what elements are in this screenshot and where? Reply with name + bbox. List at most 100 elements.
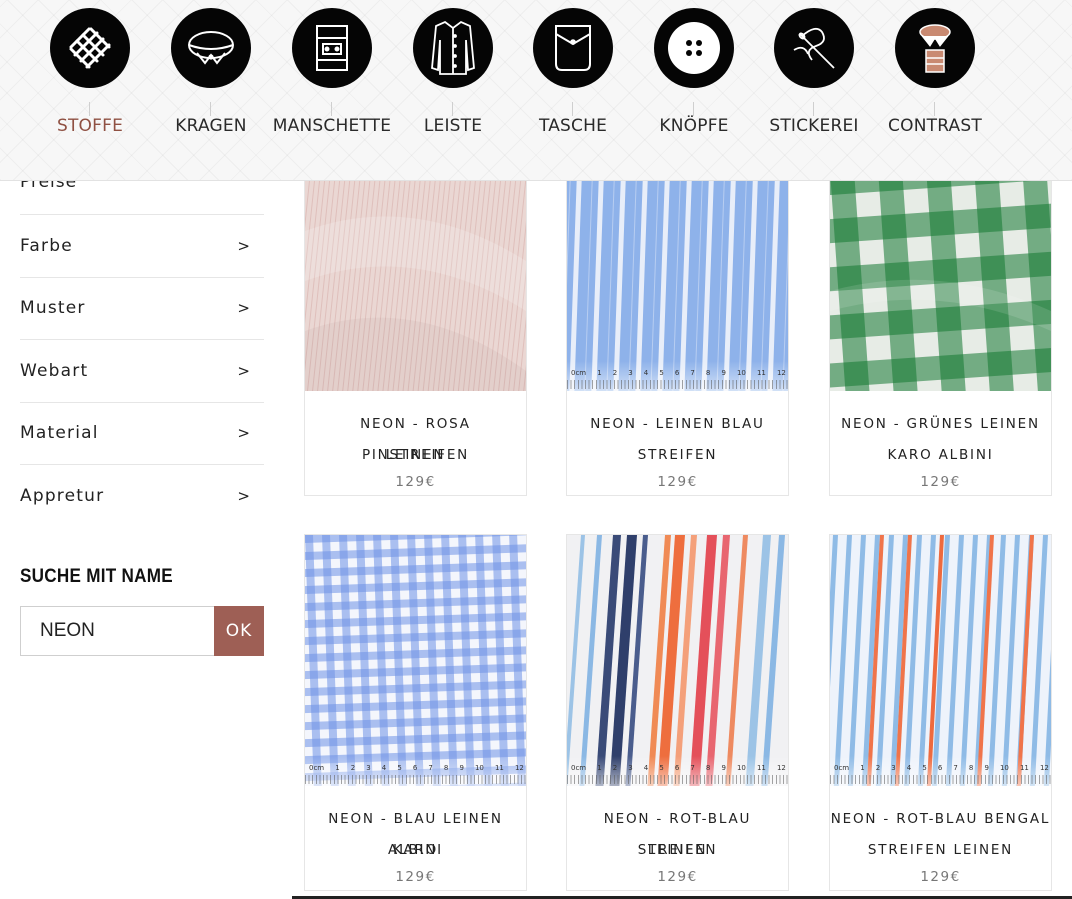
ruler-num: 6 <box>937 764 943 772</box>
filter-label: Farbe <box>20 235 73 256</box>
filter-label: Muster <box>20 298 86 319</box>
fabric-swatch-image: 0cm 1 2 3 4 5 6 7 8 9 10 11 12 <box>567 535 788 786</box>
ruler-num: 10 <box>736 369 746 377</box>
ruler-num: 8 <box>968 764 974 772</box>
ruler-num: 3 <box>628 764 633 772</box>
nav-divider <box>210 102 211 116</box>
ruler-num: 3 <box>891 764 896 772</box>
nav-item-contrast[interactable]: CONTRAST <box>870 0 1000 181</box>
product-card[interactable]: 0cm 1 2 3 4 5 6 7 8 9 10 11 12 NEON - BL… <box>304 534 527 891</box>
ruler-num: 6 <box>412 764 418 772</box>
ruler-num: 5 <box>922 764 927 772</box>
ruler-num: 2 <box>875 764 881 772</box>
product-card[interactable]: 0cm 1 2 3 4 5 6 7 8 9 10 11 12 NEON - LE… <box>566 170 789 496</box>
ruler-num: 2 <box>612 369 618 377</box>
nav-item-stickerei[interactable]: STICKEREI <box>749 0 879 181</box>
search-input[interactable] <box>20 606 214 656</box>
filter-label: Preise <box>20 181 78 192</box>
fabric-swatch-image: 0cm 1 2 3 4 5 6 7 8 9 10 11 12 <box>830 535 1051 786</box>
ruler-unit: 0cm <box>571 764 587 772</box>
chevron-right-icon: > <box>237 487 250 506</box>
product-price: 129€ <box>395 869 436 885</box>
nav-item-knoepfe[interactable]: KNÖPFE <box>629 0 759 181</box>
product-name: NEON - ROT-BLAU BENGAL <box>830 811 1051 827</box>
product-card[interactable]: NEON - GRÜNES LEINEN KARO ALBINI 129€ <box>829 170 1052 496</box>
chevron-right-icon: > <box>237 424 250 443</box>
nav-divider <box>89 102 90 116</box>
collar-icon <box>171 8 251 88</box>
ruler-num: 10 <box>999 764 1009 772</box>
ruler-num: 12 <box>776 369 786 377</box>
product-price: 129€ <box>657 474 698 490</box>
search-form: OK <box>20 606 264 656</box>
nav-divider <box>813 102 814 116</box>
filter-label: Appretur <box>20 486 105 507</box>
filter-preise[interactable]: Preise <box>20 181 264 215</box>
shirt-placket-icon <box>413 8 493 88</box>
product-card[interactable]: 0cm 1 2 3 4 5 6 7 8 9 10 11 12 NEON - RO… <box>829 534 1052 891</box>
nav-item-stoffe[interactable]: STOFFE <box>25 0 155 181</box>
product-name-line2: LEINEN <box>385 447 446 463</box>
ruler-num: 1 <box>860 764 865 772</box>
button-icon <box>654 8 734 88</box>
fabric-swatch-image <box>305 171 526 391</box>
fabric-swatch-image: 0cm 1 2 3 4 5 6 7 8 9 10 11 12 <box>567 171 788 391</box>
contrast-collar-icon <box>895 8 975 88</box>
ruler-unit: 0cm <box>834 764 850 772</box>
chevron-right-icon: > <box>237 236 250 255</box>
ruler-ticks <box>305 775 526 784</box>
ruler-num: 2 <box>612 764 618 772</box>
filter-material[interactable]: Material > <box>20 403 264 465</box>
nav-divider <box>693 102 694 116</box>
ruler-num: 5 <box>659 369 664 377</box>
ruler-unit: 0cm <box>571 369 587 377</box>
ruler-num: 7 <box>428 764 433 772</box>
ruler-num: 1 <box>335 764 340 772</box>
ruler-num: 8 <box>705 764 711 772</box>
ruler-num: 12 <box>1039 764 1049 772</box>
filter-muster[interactable]: Muster > <box>20 278 264 340</box>
ruler-unit: 0cm <box>309 764 325 772</box>
ruler-overlay: 0cm 1 2 3 4 5 6 7 8 9 10 11 12 <box>305 756 526 786</box>
ruler-ticks <box>567 380 788 389</box>
nav-divider <box>934 102 935 116</box>
ruler-num: 4 <box>643 369 649 377</box>
ruler-num: 10 <box>474 764 484 772</box>
category-nav: STOFFE KRAGEN MANSCHETTE LEISTE TASCHE K… <box>0 0 1072 181</box>
product-price: 129€ <box>920 474 961 490</box>
product-price: 129€ <box>920 869 961 885</box>
ruler-num: 11 <box>756 764 766 772</box>
filter-webart[interactable]: Webart > <box>20 340 264 403</box>
ruler-num: 5 <box>659 764 664 772</box>
ruler-num: 2 <box>350 764 356 772</box>
nav-item-leiste[interactable]: LEISTE <box>388 0 518 181</box>
ruler-num: 9 <box>984 764 989 772</box>
product-card[interactable]: NEON - ROSA PINSTREIFEN LEINEN 129€ <box>304 170 527 496</box>
ruler-ticks <box>830 775 1051 784</box>
ruler-num: 11 <box>756 369 766 377</box>
chevron-right-icon: > <box>237 361 250 380</box>
search-title: SUCHE MIT NAME <box>20 566 173 587</box>
ruler-num: 4 <box>381 764 387 772</box>
filter-farbe[interactable]: Farbe > <box>20 215 264 278</box>
nav-divider <box>452 102 453 116</box>
ruler-num: 11 <box>494 764 504 772</box>
nav-item-manschette[interactable]: MANSCHETTE <box>267 0 397 181</box>
nav-item-kragen[interactable]: KRAGEN <box>146 0 276 181</box>
embroidery-needle-icon <box>774 8 854 88</box>
product-name-line2: ALBINI <box>388 842 443 858</box>
ruler-num: 5 <box>397 764 402 772</box>
ruler-num: 7 <box>690 369 695 377</box>
search-ok-button[interactable]: OK <box>214 606 264 656</box>
filter-appretur[interactable]: Appretur > <box>20 465 264 528</box>
ruler-numbers: 0cm 1 2 3 4 5 6 7 8 9 10 11 12 <box>571 369 786 377</box>
filter-sidebar: Preise Farbe > Muster > Webart > Materia… <box>20 181 264 528</box>
ruler-num: 12 <box>776 764 786 772</box>
ruler-num: 11 <box>1019 764 1029 772</box>
ruler-num: 9 <box>721 369 726 377</box>
product-price: 129€ <box>657 869 698 885</box>
cuff-icon <box>292 8 372 88</box>
product-card[interactable]: 0cm 1 2 3 4 5 6 7 8 9 10 11 12 NEON - RO… <box>566 534 789 891</box>
ruler-num: 10 <box>736 764 746 772</box>
nav-item-tasche[interactable]: TASCHE <box>508 0 638 181</box>
